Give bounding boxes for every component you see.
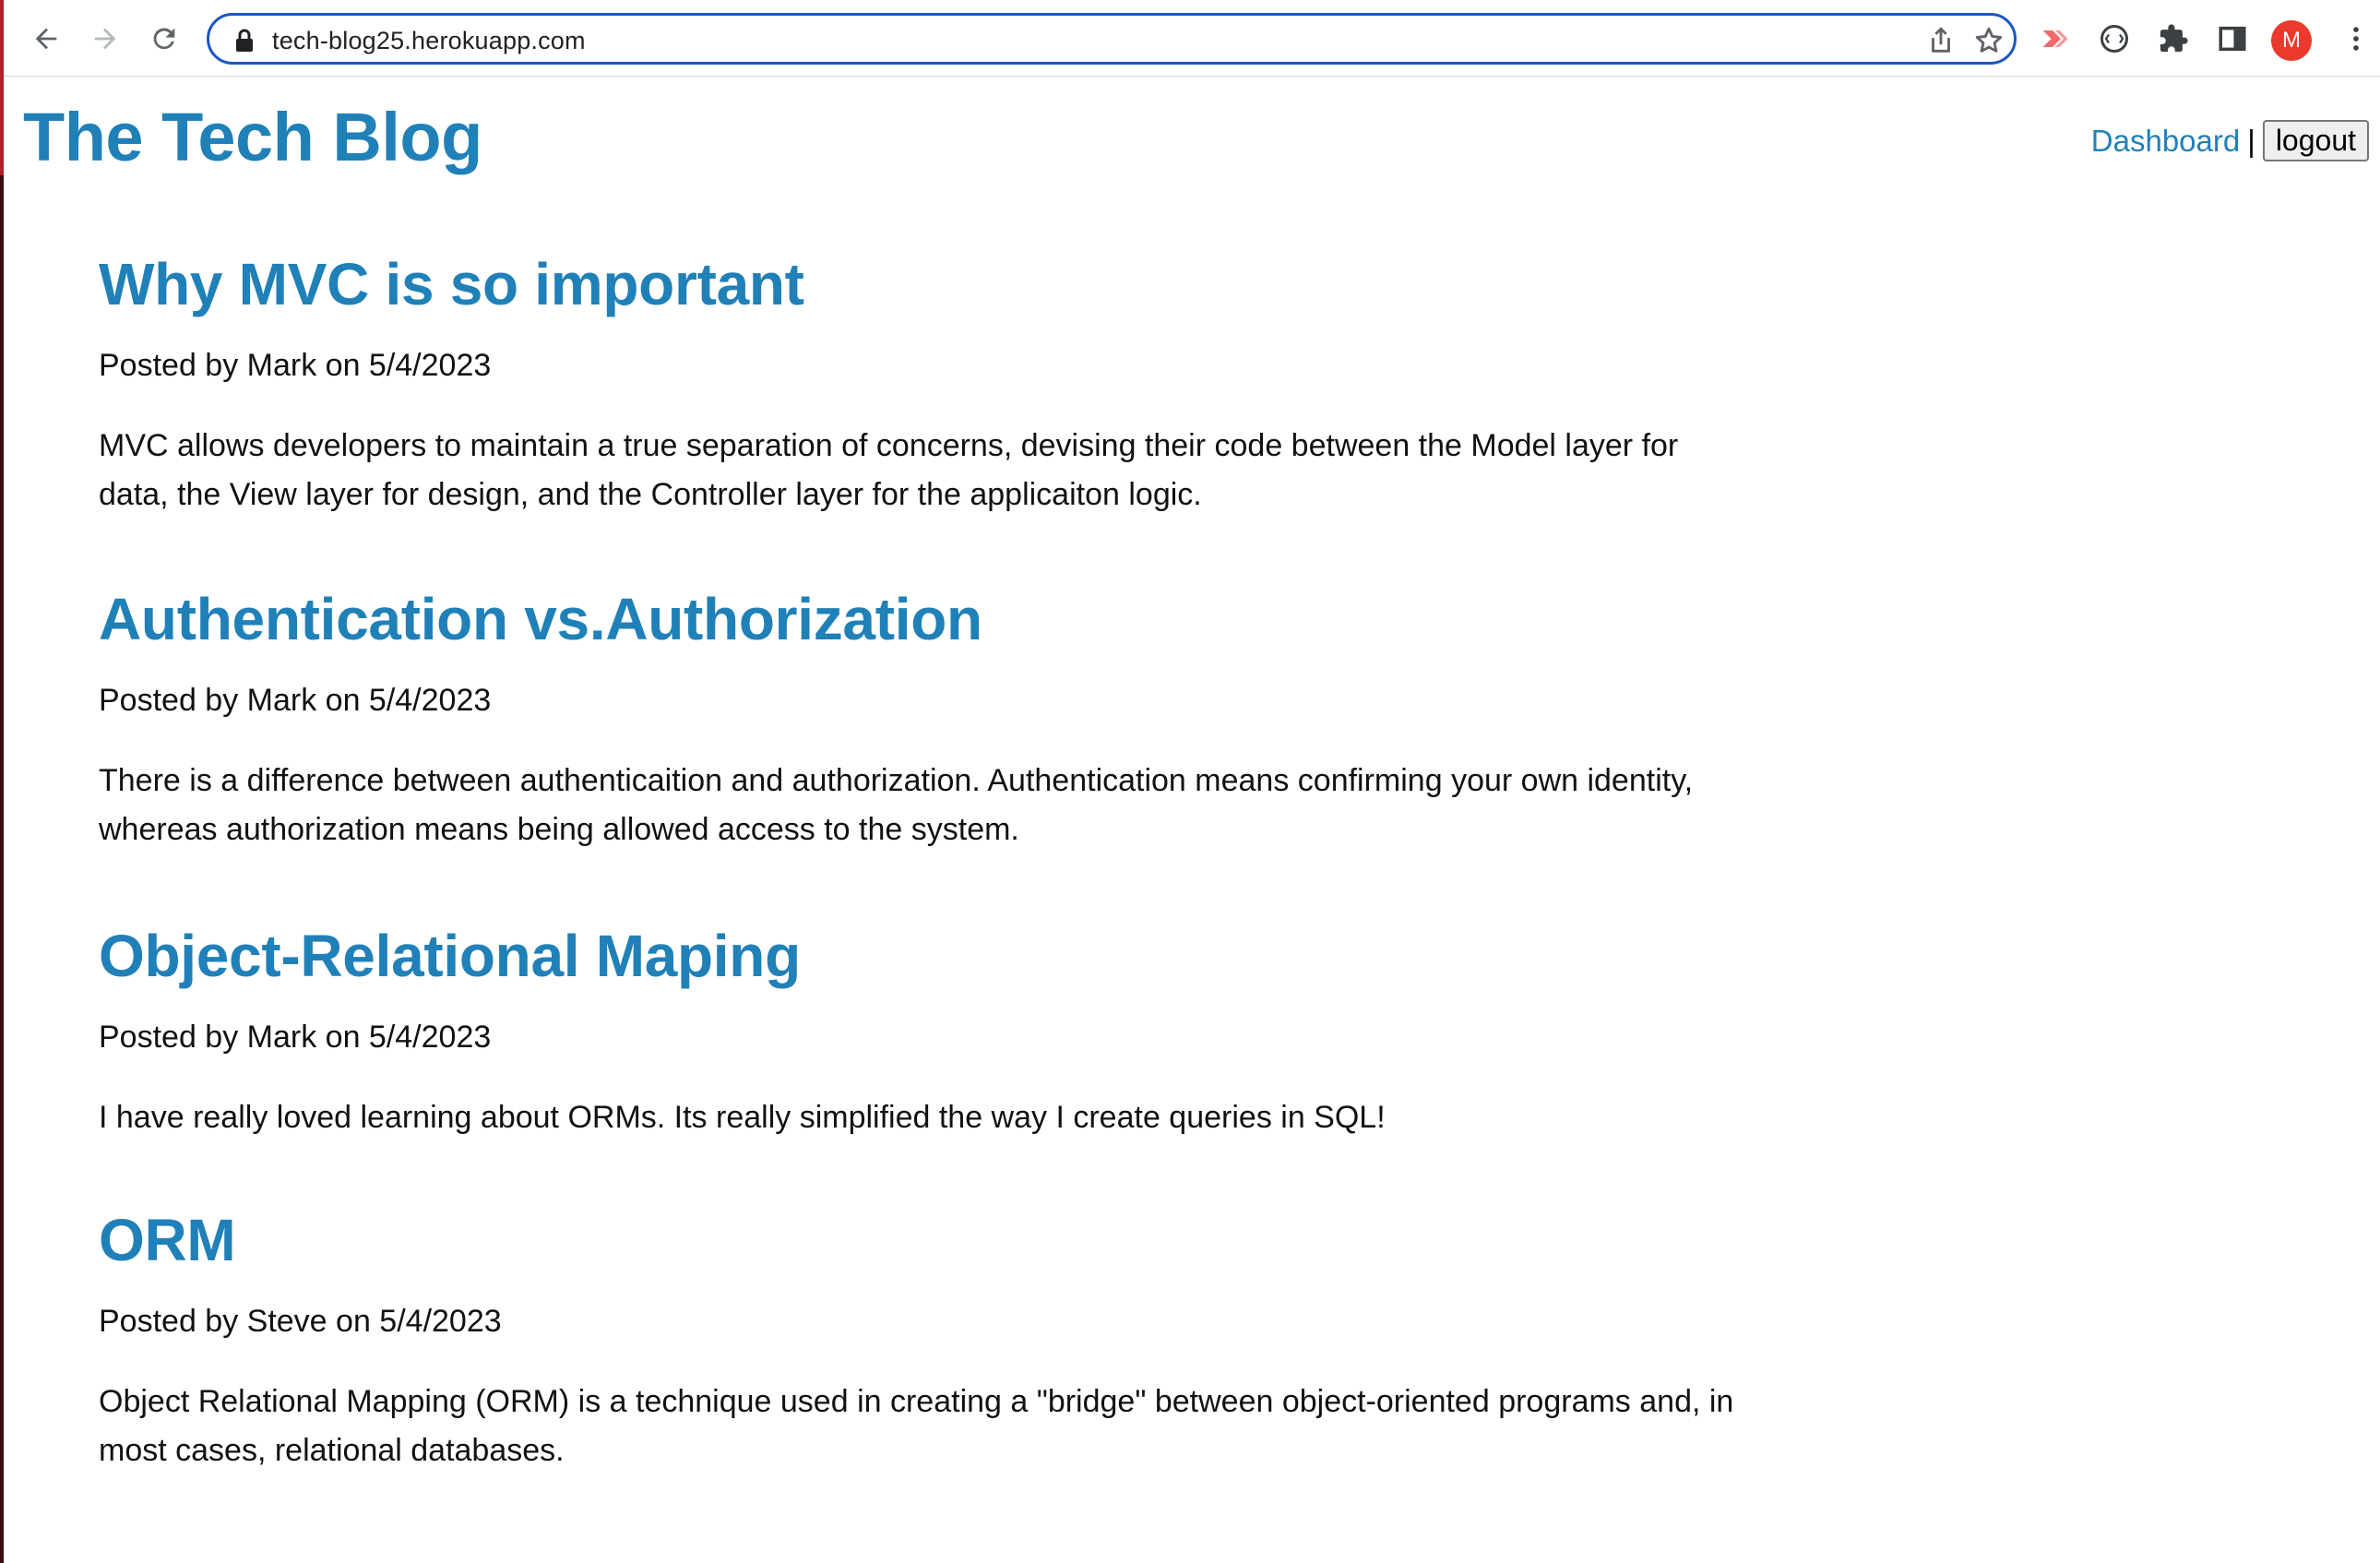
post-body: There is a difference between authentica… — [99, 762, 1694, 847]
share-icon[interactable] — [1925, 25, 1957, 56]
back-arrow-icon[interactable] — [26, 18, 66, 59]
url-text[interactable]: tech-blog25.herokuapp.com — [272, 27, 586, 55]
post-item[interactable]: Why MVC is so important Posted by Mark o… — [99, 249, 1741, 519]
post-body: Object Relational Mapping (ORM) is a tec… — [99, 1383, 1734, 1468]
side-panel-icon[interactable] — [2214, 20, 2251, 57]
nav-separator: | — [2247, 123, 2255, 158]
logout-button[interactable]: logout — [2262, 120, 2369, 161]
post-title[interactable]: Authentication vs.Authorization — [99, 584, 1741, 673]
lock-icon[interactable] — [233, 28, 256, 54]
address-bar[interactable]: tech-blog25.herokuapp.com — [207, 13, 2017, 65]
post-item[interactable]: ORM Posted by Steve on 5/4/2023 Object R… — [99, 1205, 1741, 1475]
post-body: MVC allows developers to maintain a true… — [99, 427, 1679, 512]
reload-icon[interactable] — [144, 18, 184, 59]
post-meta: Posted by Mark on 5/4/2023 — [99, 1020, 492, 1055]
top-nav: Dashboard | logout — [2091, 120, 2369, 161]
extension-icon[interactable] — [2096, 20, 2133, 57]
menu-dots-icon[interactable] — [2338, 20, 2374, 57]
post-body: I have really loved learning about ORMs.… — [99, 1099, 1386, 1135]
window-edge — [0, 0, 4, 1563]
post-meta: Posted by Mark on 5/4/2023 — [99, 348, 492, 383]
post-item[interactable]: Object-Relational Maping Posted by Mark … — [99, 921, 1386, 1142]
avatar[interactable]: M — [2271, 20, 2312, 61]
post-title[interactable]: Object-Relational Maping — [99, 921, 1386, 1009]
site-title[interactable]: The Tech Blog — [23, 98, 482, 176]
post-title[interactable]: Why MVC is so important — [99, 249, 1741, 338]
post-meta: Posted by Steve on 5/4/2023 — [99, 1304, 502, 1339]
bookmark-star-icon[interactable] — [1973, 25, 2005, 56]
extension-icon[interactable] — [2037, 20, 2074, 57]
browser-toolbar: tech-blog25.herokuapp.com M — [4, 0, 2380, 77]
dashboard-link[interactable]: Dashboard — [2091, 124, 2240, 159]
forward-arrow-icon[interactable] — [85, 18, 125, 59]
post-title[interactable]: ORM — [99, 1205, 1741, 1294]
post-item[interactable]: Authentication vs.Authorization Posted b… — [99, 584, 1741, 854]
post-meta: Posted by Mark on 5/4/2023 — [99, 683, 492, 718]
extensions-puzzle-icon[interactable] — [2155, 20, 2192, 57]
